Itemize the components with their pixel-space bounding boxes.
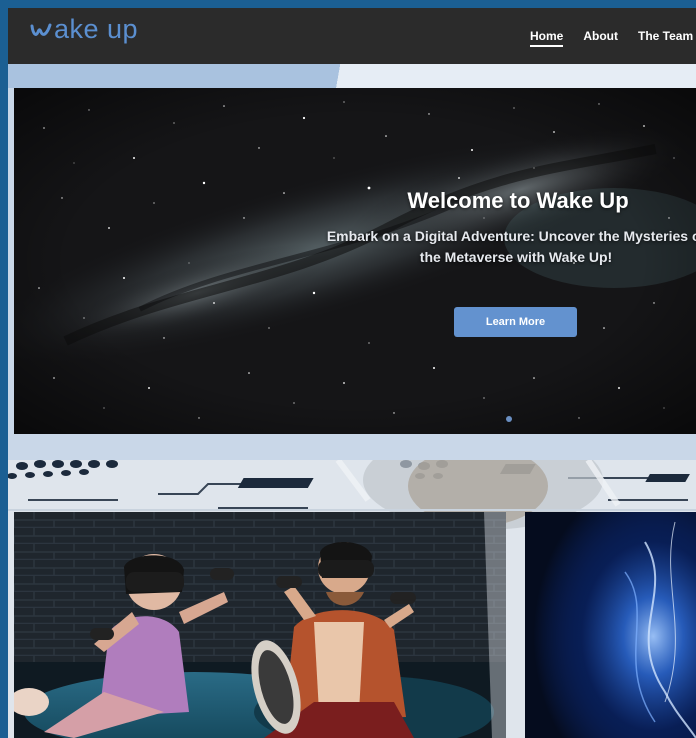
vr-gamers-image [14,512,506,738]
vr-gamers-illustration [14,512,506,738]
logo[interactable]: ake up [30,14,138,45]
carousel-indicator-dot[interactable] [506,416,512,422]
hero-carousel: Welcome to Wake Up Embark on a Digital A… [14,88,696,434]
learn-more-button[interactable]: Learn More [454,307,577,337]
blue-energy-illustration [525,512,696,738]
hero-subtitle: Embark on a Digital Adventure: Uncover t… [326,228,696,265]
nav-the-team[interactable]: The Team [638,29,693,43]
hero-backdrop-stripe [8,64,696,88]
page-edge [0,0,8,738]
page: ake up Home About The Team Welcome to Wa… [0,0,696,738]
nav-home[interactable]: Home [530,29,564,47]
nav-about[interactable]: About [583,29,618,43]
logo-text: ake up [54,14,139,44]
blue-energy-image [525,512,696,738]
hero-title: Welcome to Wake Up [407,188,629,213]
navbar: ake up Home About The Team [8,8,696,64]
logo-wave-icon [30,23,52,36]
nav-menu: Home About The Team [530,8,693,64]
browser-edge [0,0,696,8]
